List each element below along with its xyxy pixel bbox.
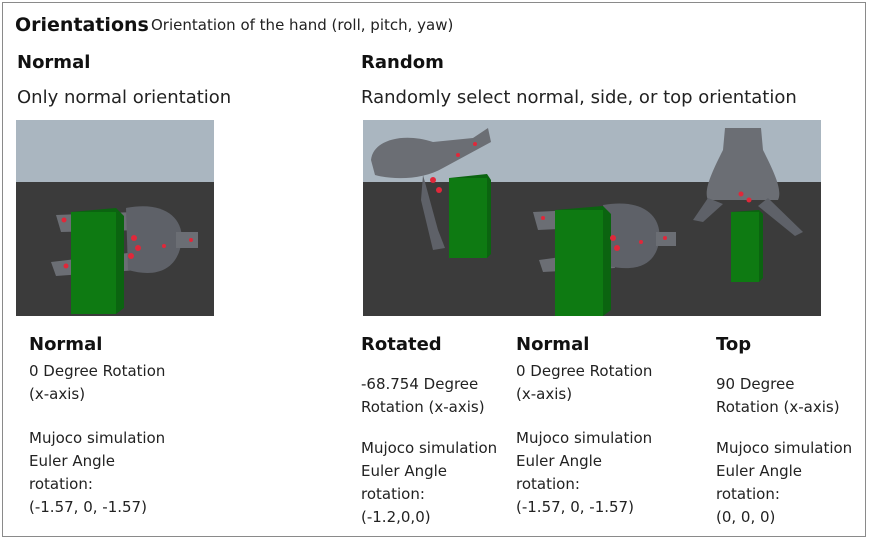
caption-top-euler: Mujoco simulation Euler Angle rotation: … — [716, 439, 853, 526]
normal-heading: Normal — [17, 52, 91, 73]
caption-rotated-heading: Rotated — [361, 334, 442, 355]
section-title: Orientations — [15, 14, 149, 36]
caption-rotated-rotation: -68.754 Degree Rotation (x-axis) — [361, 375, 485, 416]
random-orientation-render — [363, 120, 821, 316]
normal-description: Only normal orientation — [17, 87, 232, 108]
caption-normal2-heading: Normal — [516, 334, 590, 355]
caption-normal-heading: Normal — [29, 334, 103, 355]
caption-top-heading: Top — [716, 334, 752, 355]
random-description: Randomly select normal, side, or top ori… — [361, 87, 797, 108]
random-heading: Random — [361, 52, 444, 73]
normal-orientation-render — [16, 120, 214, 316]
section-subtitle: Orientation of the hand (roll, pitch, ya… — [151, 16, 454, 34]
caption-normal2-euler: Mujoco simulation Euler Angle rotation: … — [516, 429, 653, 516]
caption-rotated-euler: Mujoco simulation Euler Angle rotation: … — [361, 439, 498, 526]
caption-top-rotation: 90 Degree Rotation (x-axis) — [716, 375, 840, 416]
caption-normal-rotation: 0 Degree Rotation (x-axis) — [29, 362, 166, 403]
caption-normal2-rotation: 0 Degree Rotation (x-axis) — [516, 362, 653, 403]
orientations-panel: Orientations Orientation of the hand (ro… — [2, 2, 866, 537]
caption-normal-euler: Mujoco simulation Euler Angle rotation: … — [29, 429, 166, 516]
